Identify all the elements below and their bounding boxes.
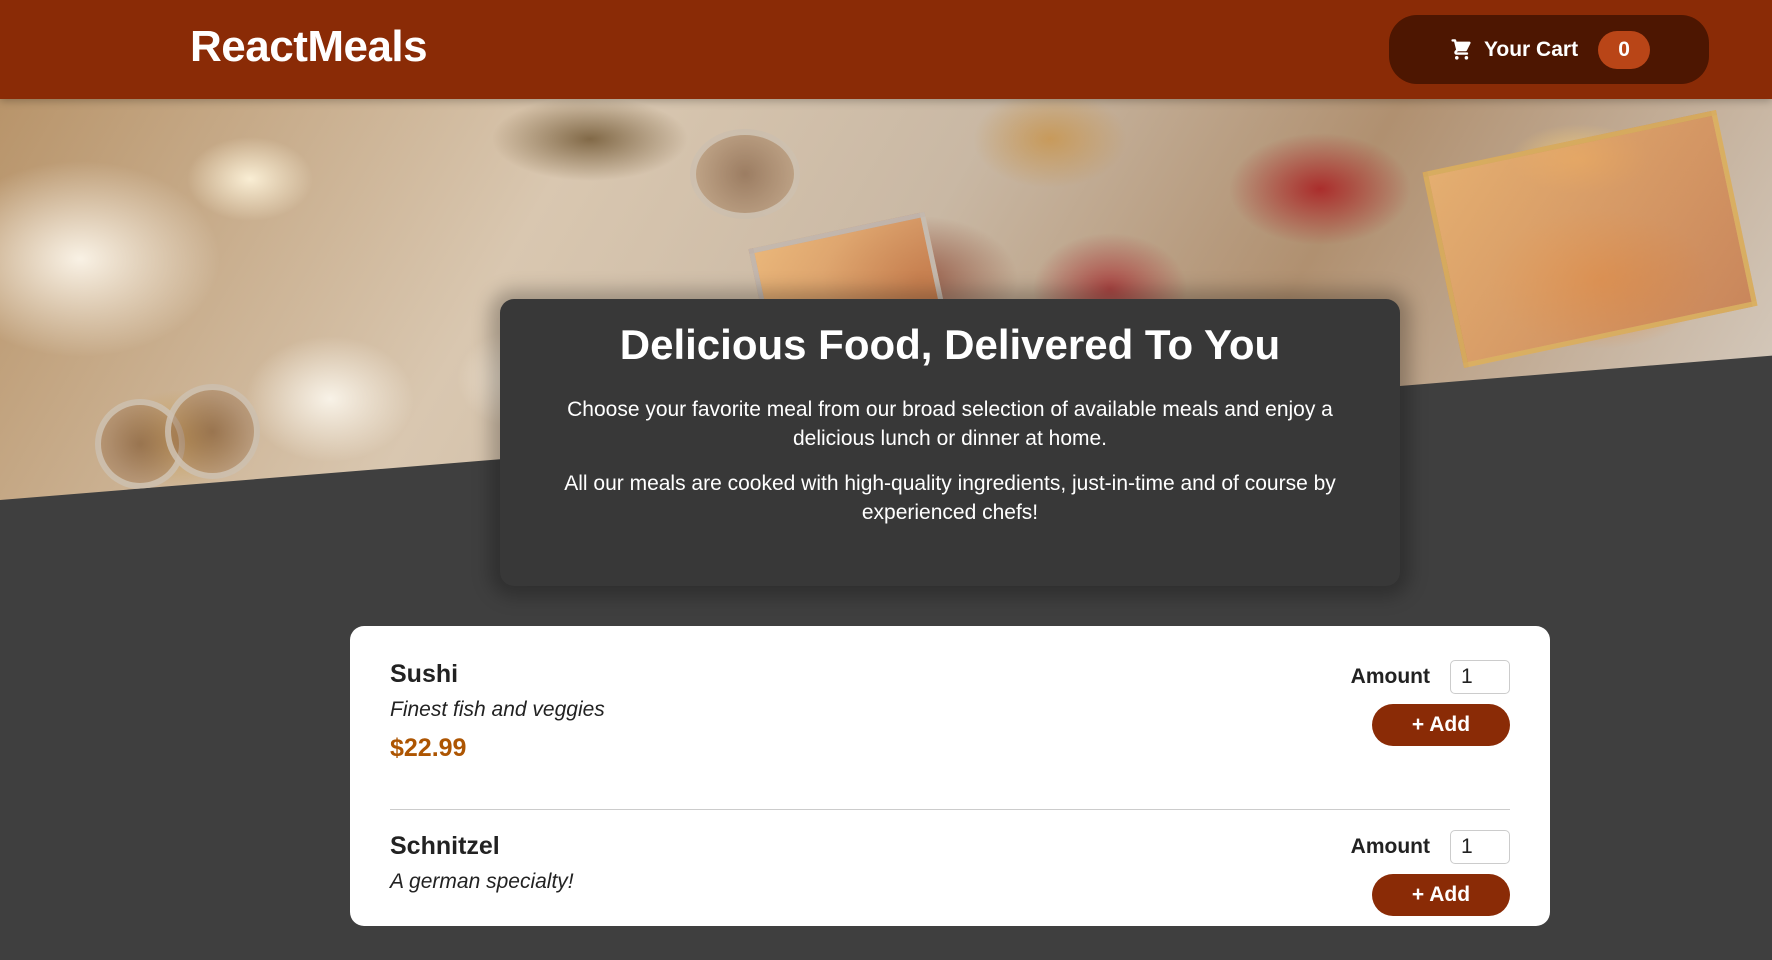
- app-header: ReactMeals Your Cart 0: [0, 0, 1772, 99]
- hero-plate: [690, 129, 800, 219]
- amount-row: Amount: [1351, 830, 1510, 864]
- cart-button[interactable]: Your Cart 0: [1389, 15, 1709, 84]
- meal-price: $22.99: [390, 734, 467, 762]
- available-meals-list: Sushi Finest fish and veggies $22.99 Amo…: [350, 626, 1550, 926]
- amount-input[interactable]: [1450, 660, 1510, 694]
- hero-tray: [1422, 109, 1758, 369]
- meal-description: Finest fish and veggies: [390, 698, 605, 721]
- meal-name: Schnitzel: [390, 832, 500, 860]
- add-to-cart-button[interactable]: + Add: [1372, 704, 1510, 746]
- summary-paragraph: Choose your favorite meal from our broad…: [567, 398, 1333, 450]
- hero-plate: [165, 384, 260, 479]
- cart-icon: [1448, 37, 1474, 63]
- amount-label: Amount: [1350, 835, 1430, 858]
- meals-summary: Delicious Food, Delivered To You Choose …: [500, 299, 1400, 586]
- summary-title: Delicious Food, Delivered To You: [619, 321, 1281, 368]
- meal-item: Sushi Finest fish and veggies $22.99 Amo…: [390, 660, 1510, 810]
- meal-name: Sushi: [390, 660, 459, 688]
- cart-label: Your Cart: [1483, 37, 1579, 61]
- meal-item: Schnitzel A german specialty! Amount + A…: [390, 810, 1510, 960]
- amount-input[interactable]: [1450, 830, 1510, 864]
- add-to-cart-button[interactable]: + Add: [1372, 874, 1510, 916]
- meal-description: A german specialty!: [390, 870, 574, 893]
- brand-logo: ReactMeals: [190, 22, 428, 71]
- cart-count-badge: 0: [1598, 30, 1651, 69]
- amount-row: Amount: [1351, 660, 1510, 694]
- summary-paragraph: All our meals are cooked with high-quali…: [564, 472, 1336, 524]
- amount-label: Amount: [1350, 665, 1430, 688]
